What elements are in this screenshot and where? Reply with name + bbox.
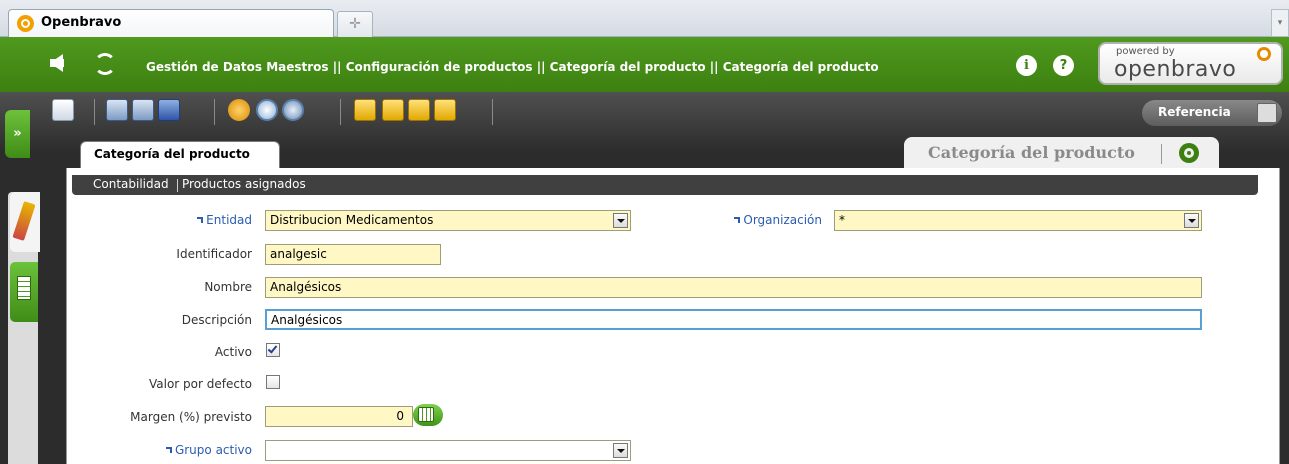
toolbar-separator — [94, 99, 95, 125]
browser-tab-strip: Openbravo ✛ ▾ — [0, 0, 1289, 37]
tab-categoria-producto[interactable]: Categoría del producto — [80, 141, 280, 169]
descripcion-input[interactable]: Analgésicos — [265, 309, 1202, 330]
link-arrow-icon — [197, 217, 204, 223]
tab-label: Categoría del producto — [94, 147, 250, 161]
tab-list-button[interactable]: ▾ — [1271, 9, 1289, 37]
reference-button[interactable]: Referencia — [1142, 100, 1282, 126]
margen-input[interactable]: 0 — [265, 406, 413, 427]
search-icon[interactable] — [256, 99, 278, 121]
advanced-search-icon[interactable] — [282, 99, 304, 121]
openbravo-icon — [1179, 143, 1199, 163]
activo-checkbox[interactable] — [266, 343, 280, 357]
help-icon[interactable]: ? — [1053, 55, 1074, 76]
save-icon[interactable] — [158, 99, 180, 121]
reference-icon — [1257, 103, 1277, 123]
organizacion-label[interactable]: Organización — [720, 213, 822, 227]
margen-label: Margen (%) previsto — [130, 410, 252, 424]
grupo-activo-label-text: Grupo activo — [174, 443, 252, 457]
link-arrow-icon — [734, 217, 741, 223]
link-arrow-icon — [165, 447, 172, 453]
dropdown-arrow-icon[interactable] — [613, 443, 628, 458]
valor-defecto-checkbox[interactable] — [266, 375, 280, 389]
toolbar-separator — [492, 99, 493, 125]
breadcrumb[interactable]: Gestión de Datos Maestros || Configuraci… — [146, 60, 879, 74]
margen-value: 0 — [396, 409, 404, 423]
descripcion-value: Analgésicos — [271, 313, 343, 327]
app-header: Gestión de Datos Maestros || Configuraci… — [0, 37, 1289, 92]
descripcion-label: Descripción — [181, 313, 252, 327]
toolbar-separator — [214, 99, 215, 125]
nombre-input[interactable]: Analgésicos — [265, 277, 1202, 298]
info-icon[interactable]: i — [1016, 55, 1037, 76]
toolbar — [52, 95, 502, 129]
grupo-activo-select[interactable] — [265, 440, 631, 461]
logo-mark-icon — [1257, 47, 1271, 61]
browser-tab-title: Openbravo — [41, 15, 122, 30]
activo-label: Activo — [214, 345, 252, 359]
title-separator — [1161, 144, 1162, 164]
grid-view-tab[interactable] — [10, 262, 38, 322]
checkmark-icon — [267, 343, 278, 354]
browser-tab[interactable]: Openbravo — [8, 9, 334, 37]
organizacion-value: * — [839, 213, 845, 227]
pencil-icon — [12, 201, 36, 241]
dropdown-arrow-icon[interactable] — [613, 213, 628, 228]
new-record-icon[interactable] — [52, 99, 74, 121]
nombre-label: Nombre — [204, 280, 252, 294]
organizacion-label-text: Organización — [743, 213, 822, 227]
undo-icon[interactable] — [228, 99, 250, 121]
entidad-label[interactable]: Entidad — [170, 213, 252, 227]
new-tab-button[interactable]: ✛ — [337, 11, 373, 37]
grid-icon — [17, 276, 31, 300]
entidad-select[interactable]: Distribucion Medicamentos — [265, 210, 631, 231]
window-title-area: Categoría del producto — [904, 137, 1219, 169]
openbravo-logo[interactable]: powered by openbravo — [1098, 42, 1283, 85]
toolbar-separator — [340, 99, 341, 125]
calculator-icon — [418, 407, 434, 422]
logo-name: openbravo — [1114, 57, 1237, 82]
first-record-icon[interactable] — [354, 99, 376, 121]
grupo-activo-label[interactable]: Grupo activo — [150, 443, 252, 457]
entidad-value: Distribucion Medicamentos — [270, 213, 434, 227]
openbravo-favicon-icon — [17, 15, 34, 32]
dropdown-arrow-icon[interactable] — [1184, 213, 1199, 228]
identificador-input[interactable]: analgesic — [265, 244, 441, 265]
calculator-button[interactable] — [413, 404, 443, 426]
identificador-value: analgesic — [270, 247, 327, 261]
subtab-contabilidad[interactable]: Contabilidad — [93, 177, 169, 191]
subtab-bar: Contabilidad Productos asignados — [72, 175, 1258, 195]
nombre-value: Analgésicos — [270, 280, 342, 294]
previous-record-icon[interactable] — [382, 99, 404, 121]
back-icon[interactable] — [50, 54, 64, 72]
edit-view-tab[interactable] — [10, 192, 40, 252]
paste-record-icon[interactable] — [132, 99, 154, 121]
refresh-icon[interactable] — [94, 53, 116, 75]
side-menu-toggle[interactable]: » — [5, 110, 30, 158]
subtab-separator — [177, 179, 178, 192]
next-record-icon[interactable] — [408, 99, 430, 121]
entidad-label-text: Entidad — [206, 213, 252, 227]
subtab-productos-asignados[interactable]: Productos asignados — [182, 177, 306, 191]
copy-record-icon[interactable] — [106, 99, 128, 121]
window-title: Categoría del producto — [928, 143, 1135, 162]
reference-label: Referencia — [1158, 105, 1231, 119]
valor-defecto-label: Valor por defecto — [148, 377, 252, 391]
logo-powered-by: powered by — [1116, 46, 1175, 57]
last-record-icon[interactable] — [434, 99, 456, 121]
identificador-label: Identificador — [176, 247, 252, 261]
organizacion-select[interactable]: * — [834, 210, 1202, 231]
